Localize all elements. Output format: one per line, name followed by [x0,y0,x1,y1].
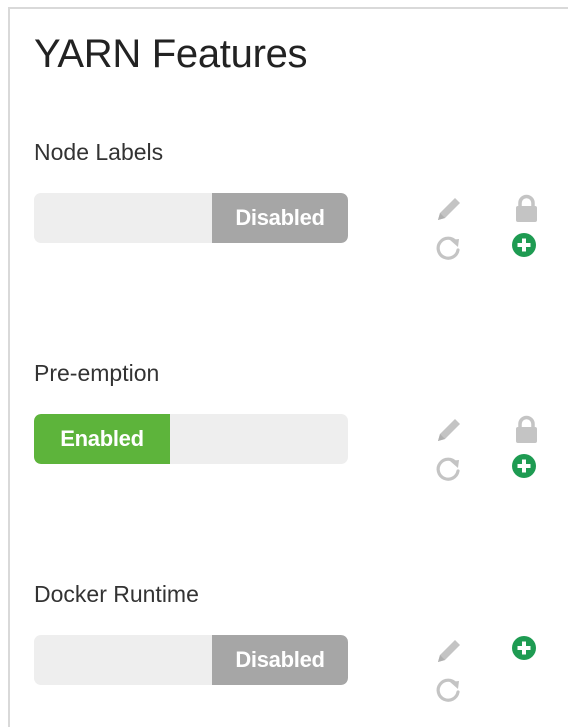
add-circle-icon[interactable] [510,231,544,265]
refresh-icon[interactable] [432,231,466,265]
add-circle-icon[interactable] [510,452,544,486]
toggle-node-labels[interactable]: Disabled [34,193,348,243]
panel-title: YARN Features [34,32,308,76]
toggle-docker-runtime[interactable]: Disabled [34,635,348,685]
toggle-state-pre-emption: Enabled [34,414,170,464]
feature-label-docker-runtime: Docker Runtime [34,581,199,607]
feature-label-pre-emption: Pre-emption [34,360,160,386]
lock-icon [510,192,544,226]
refresh-icon[interactable] [432,673,466,707]
edit-pencil-icon[interactable] [432,192,466,226]
toggle-state-node-labels: Disabled [212,193,348,243]
edit-pencil-icon[interactable] [432,634,466,668]
lock-icon [510,413,544,447]
add-circle-icon[interactable] [510,634,544,668]
toggle-pre-emption[interactable]: Enabled [34,414,348,464]
toggle-state-docker-runtime: Disabled [212,635,348,685]
refresh-icon[interactable] [432,452,466,486]
edit-pencil-icon[interactable] [432,413,466,447]
feature-label-node-labels: Node Labels [34,139,164,165]
